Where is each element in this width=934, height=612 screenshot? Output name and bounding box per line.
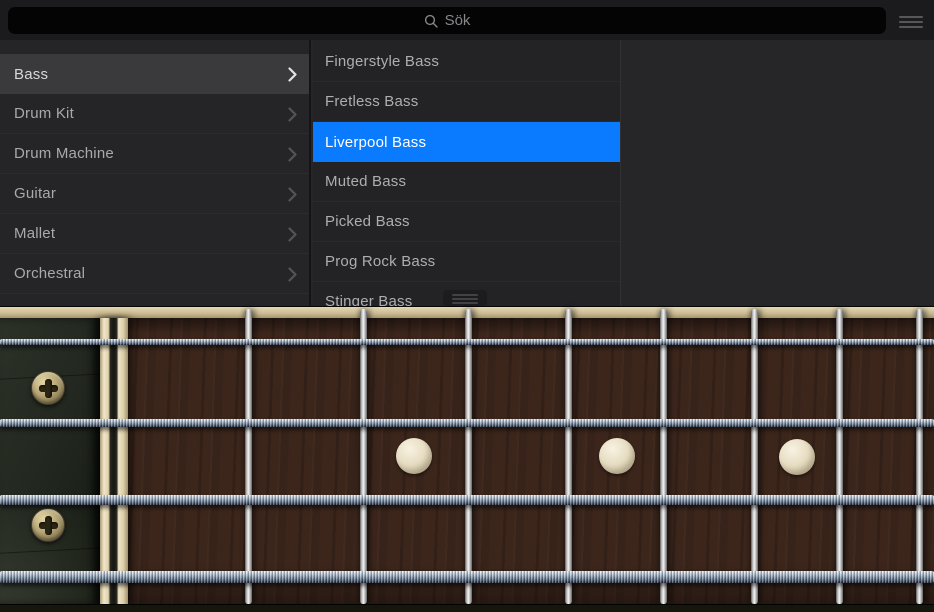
bass-string-2[interactable] [0, 419, 934, 427]
guitar-body [0, 318, 112, 604]
category-item-drum-kit[interactable]: Drum Kit [0, 94, 309, 134]
category-item-mallet[interactable]: Mallet [0, 214, 309, 254]
fret-wire [359, 309, 367, 604]
patch-item-liverpool-bass[interactable]: Liverpool Bass [313, 122, 620, 162]
search-placeholder: Sök [444, 12, 471, 29]
fret-wire [915, 309, 923, 604]
fret-wire [659, 309, 667, 604]
category-item-bass[interactable]: Bass [0, 54, 309, 94]
inlay-dot-icon [779, 439, 815, 475]
patch-item-fingerstyle-bass[interactable]: Fingerstyle Bass [313, 42, 620, 82]
bass-string-3[interactable] [0, 495, 934, 505]
chevron-right-icon [288, 147, 297, 167]
patch-item-muted-bass[interactable]: Muted Bass [313, 162, 620, 202]
fret-wire [750, 309, 758, 604]
fret-wire [835, 309, 843, 604]
instrument-browser: Bass Drum Kit Drum Machine Guitar Mallet… [0, 40, 934, 306]
menu-icon[interactable] [899, 16, 923, 31]
patch-item-picked-bass[interactable]: Picked Bass [313, 202, 620, 242]
chevron-right-icon [288, 187, 297, 207]
screw-icon [31, 371, 65, 405]
fretboard-nut [100, 318, 128, 604]
top-bar: Sök [0, 0, 934, 40]
string-shadow [0, 546, 112, 555]
category-item-drum-machine[interactable]: Drum Machine [0, 134, 309, 174]
drag-handle-icon[interactable] [443, 290, 487, 306]
patch-list: Fingerstyle Bass Fretless Bass Liverpool… [313, 40, 621, 306]
chevron-right-icon [288, 67, 297, 87]
search-input[interactable]: Sök [8, 7, 886, 34]
category-list: Bass Drum Kit Drum Machine Guitar Mallet… [0, 40, 311, 306]
screw-icon [31, 508, 65, 542]
inlay-dot-icon [599, 438, 635, 474]
fretboard-bottom-edge [0, 604, 934, 612]
bass-string-4[interactable] [0, 571, 934, 583]
patch-item-prog-rock-bass[interactable]: Prog Rock Bass [313, 242, 620, 282]
chevron-right-icon [288, 107, 297, 127]
category-item-guitar[interactable]: Guitar [0, 174, 309, 214]
search-icon [424, 14, 438, 28]
category-item-orchestral[interactable]: Orchestral [0, 254, 309, 294]
inlay-dot-icon [396, 438, 432, 474]
chevron-right-icon [288, 227, 297, 247]
fret-wire [464, 309, 472, 604]
garageband-sound-browser: Sök Bass Drum Kit Drum Machine Guitar Ma… [0, 0, 934, 612]
chevron-right-icon [288, 267, 297, 287]
patch-item-fretless-bass[interactable]: Fretless Bass [313, 82, 620, 122]
fret-wire [564, 309, 572, 604]
bass-string-1[interactable] [0, 339, 934, 345]
bass-fretboard[interactable] [0, 306, 934, 612]
fret-wire [244, 309, 252, 604]
